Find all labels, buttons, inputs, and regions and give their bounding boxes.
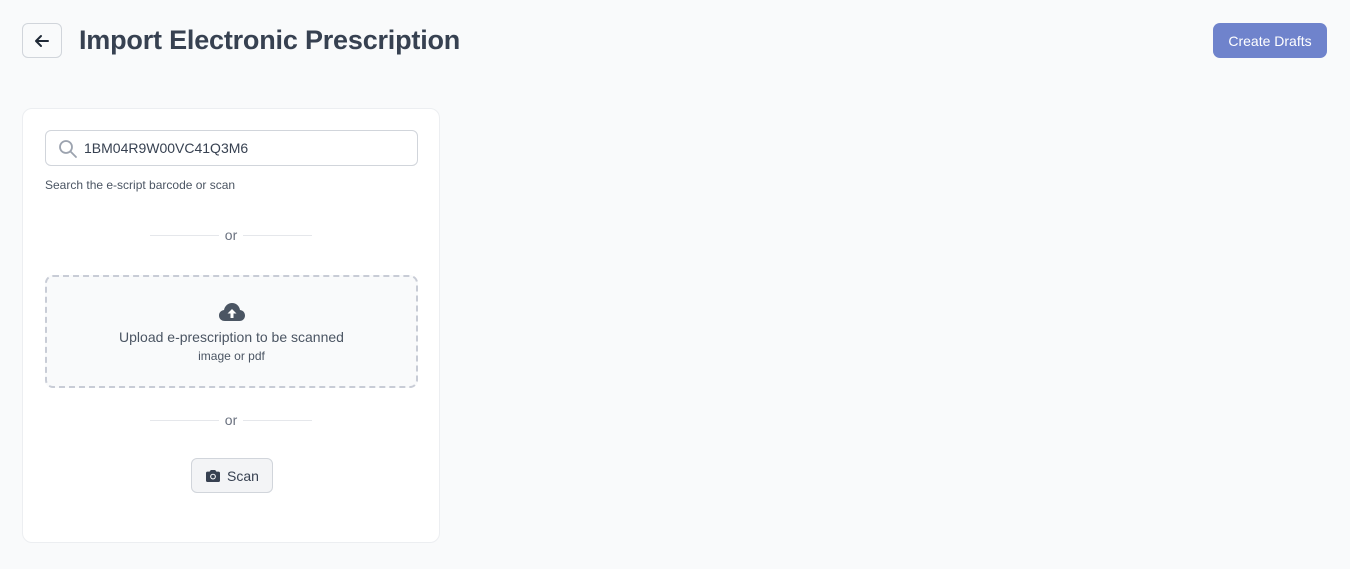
upload-title: Upload e-prescription to be scanned [119, 329, 344, 345]
arrow-left-icon [35, 34, 49, 47]
scan-label: Scan [227, 467, 259, 484]
or-divider: or [150, 412, 313, 428]
divider-line [150, 419, 219, 421]
or-divider: or [150, 227, 313, 243]
search-input[interactable] [84, 131, 409, 165]
page-title: Import Electronic Prescription [79, 25, 461, 55]
import-card: Search the e-script barcode or scan or U… [22, 108, 440, 543]
search-hint: Search the e-script barcode or scan [45, 178, 236, 192]
cloud-upload-icon [219, 303, 245, 321]
back-button[interactable] [22, 23, 62, 58]
divider-line [150, 234, 219, 236]
upload-dropzone[interactable]: Upload e-prescription to be scanned imag… [45, 275, 418, 388]
divider-line [243, 234, 313, 236]
search-icon [59, 140, 77, 158]
search-field[interactable] [45, 130, 418, 166]
create-drafts-button[interactable]: Create Drafts [1213, 23, 1327, 58]
divider-line [243, 419, 313, 421]
camera-icon [206, 469, 221, 482]
divider-text: or [224, 412, 238, 428]
divider-text: or [224, 227, 238, 243]
scan-button[interactable]: Scan [191, 458, 273, 493]
upload-subtitle: image or pdf [198, 349, 265, 363]
